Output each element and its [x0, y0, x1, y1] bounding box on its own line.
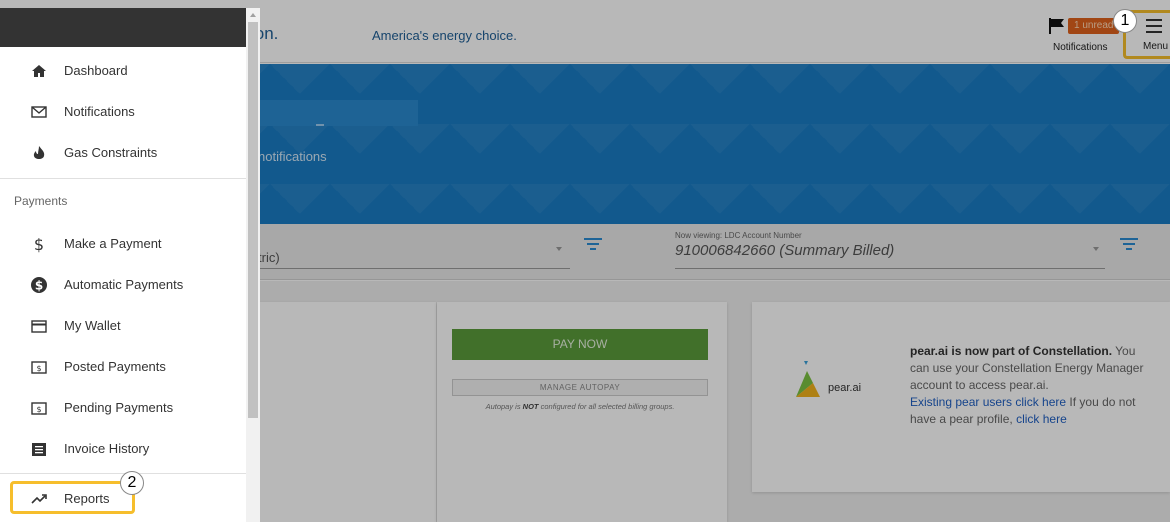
nav-item-posted-payments[interactable]: $ Posted Payments [0, 347, 246, 387]
nav-label: Invoice History [64, 441, 150, 456]
nav-label: Notifications [64, 104, 135, 119]
nav-item-my-wallet[interactable]: My Wallet [0, 306, 246, 346]
invoice-icon [32, 443, 46, 456]
home-icon [32, 65, 46, 77]
nav-item-automatic-payments[interactable]: $ Automatic Payments [0, 265, 246, 305]
step-callout-2: 2 [120, 471, 144, 495]
nav-item-make-a-payment[interactable]: $ Make a Payment [0, 224, 246, 264]
svg-text:$: $ [34, 235, 44, 253]
nav-item-dashboard[interactable]: Dashboard [0, 51, 246, 91]
svg-text:$: $ [36, 364, 41, 373]
navigation-drawer: Dashboard Notifications Gas Constraints … [0, 8, 260, 522]
nav-item-gas-constraints[interactable]: Gas Constraints [0, 133, 246, 173]
nav-item-notifications[interactable]: Notifications [0, 92, 246, 132]
drawer-divider [0, 178, 246, 179]
nav-label: Gas Constraints [64, 145, 158, 160]
nav-label: Dashboard [64, 63, 128, 78]
flame-icon [33, 146, 45, 159]
nav-label: Automatic Payments [64, 277, 184, 292]
nav-item-pending-payments[interactable]: $ Pending Payments [0, 388, 246, 428]
envelope-icon [31, 106, 47, 118]
nav-label: Make a Payment [64, 236, 162, 251]
drawer-header [0, 8, 246, 47]
nav-item-invoice-history[interactable]: Invoice History [0, 429, 246, 469]
drawer-scroll-thumb[interactable] [248, 22, 258, 418]
credit-card-icon [31, 320, 47, 333]
bill-icon: $ [31, 361, 47, 374]
reports-highlight-box [10, 481, 135, 514]
svg-text:$: $ [35, 279, 43, 293]
bill-icon: $ [31, 402, 47, 415]
dollar-icon: $ [34, 235, 44, 253]
nav-label: Pending Payments [64, 400, 174, 415]
scroll-up-icon[interactable] [250, 13, 256, 17]
dollar-circle-icon: $ [31, 277, 47, 293]
svg-text:$: $ [36, 405, 41, 414]
nav-label: My Wallet [64, 318, 121, 333]
nav-label: Posted Payments [64, 359, 166, 374]
section-title-payments: Payments [14, 194, 68, 208]
step-callout-1: 1 [1113, 9, 1137, 33]
